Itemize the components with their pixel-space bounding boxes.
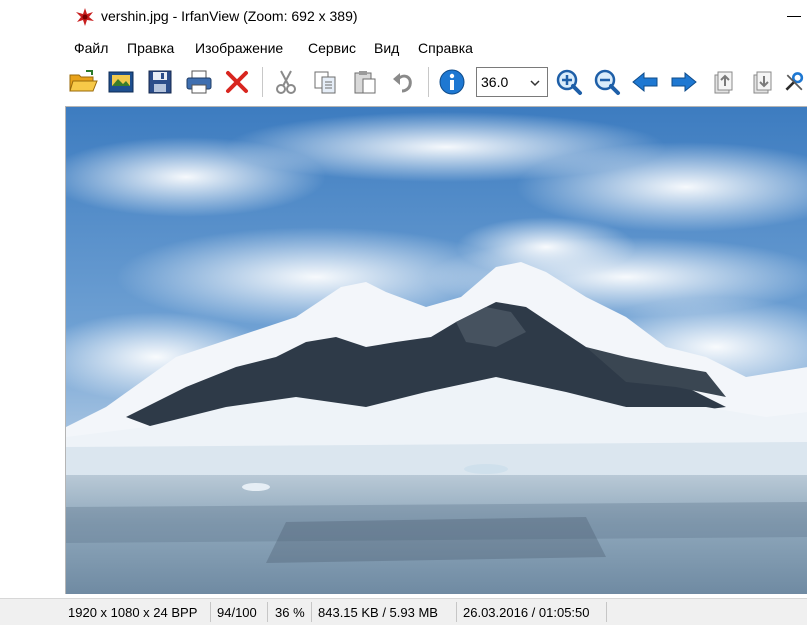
print-icon xyxy=(186,70,212,94)
menu-help[interactable]: Справка xyxy=(418,40,473,56)
last-page-button[interactable] xyxy=(745,65,779,99)
previous-button[interactable] xyxy=(628,65,662,99)
zoom-in-icon xyxy=(556,69,582,95)
irfanview-app-icon[interactable] xyxy=(75,7,95,27)
status-file-index: 94/100 xyxy=(217,605,257,620)
zoom-in-button[interactable] xyxy=(552,65,586,99)
open-button[interactable] xyxy=(66,65,100,99)
undo-button[interactable] xyxy=(386,65,420,99)
print-button[interactable] xyxy=(182,65,216,99)
menu-edit[interactable]: Правка xyxy=(127,40,174,56)
menu-view[interactable]: Вид xyxy=(374,40,399,56)
window-title: vershin.jpg - IrfanView (Zoom: 692 x 389… xyxy=(101,8,358,24)
info-button[interactable] xyxy=(435,65,469,99)
toolbar: 36.0 xyxy=(0,62,807,104)
status-zoom: 36 % xyxy=(275,605,305,620)
status-separator xyxy=(267,602,268,622)
chevron-down-icon xyxy=(529,76,541,94)
toolbar-separator xyxy=(262,67,263,97)
zoom-out-button[interactable] xyxy=(590,65,624,99)
menu-file[interactable]: Файл xyxy=(74,40,108,56)
undo-icon xyxy=(393,73,412,93)
menu-image[interactable]: Изображение xyxy=(195,40,283,56)
save-button[interactable] xyxy=(143,65,177,99)
paste-icon xyxy=(354,71,376,94)
next-button[interactable] xyxy=(667,65,701,99)
tools-icon xyxy=(785,72,804,91)
mountain-landscape-image xyxy=(66,107,807,594)
status-file-size: 843.15 KB / 5.93 MB xyxy=(318,605,438,620)
status-separator xyxy=(311,602,312,622)
status-bar: 1920 x 1080 x 24 BPP 94/100 36 % 843.15 … xyxy=(0,598,807,625)
status-separator xyxy=(456,602,457,622)
delete-icon xyxy=(226,71,248,93)
first-page-button[interactable] xyxy=(706,65,740,99)
previous-arrow-icon xyxy=(632,71,658,93)
slideshow-button[interactable] xyxy=(104,65,138,99)
info-icon xyxy=(439,69,465,95)
cut-button[interactable] xyxy=(269,65,303,99)
status-image-dimensions: 1920 x 1080 x 24 BPP xyxy=(68,605,198,620)
slideshow-icon xyxy=(108,71,134,93)
toolbar-separator xyxy=(428,67,429,97)
title-bar: vershin.jpg - IrfanView (Zoom: 692 x 389… xyxy=(0,0,807,36)
open-folder-icon xyxy=(69,70,98,92)
image-viewport[interactable] xyxy=(65,106,807,594)
status-date-time: 26.03.2016 / 01:05:50 xyxy=(463,605,590,620)
cut-icon xyxy=(276,70,296,94)
tools-button[interactable] xyxy=(783,65,807,99)
last-page-icon xyxy=(753,71,772,94)
menu-options[interactable]: Сервис xyxy=(308,40,356,56)
copy-button[interactable] xyxy=(308,65,342,99)
zoom-value: 36.0 xyxy=(481,74,509,90)
next-arrow-icon xyxy=(671,71,697,93)
menu-bar: Файл Правка Изображение Сервис Вид Справ… xyxy=(0,37,807,59)
status-separator xyxy=(210,602,211,622)
first-page-icon xyxy=(714,71,733,94)
zoom-combobox[interactable]: 36.0 xyxy=(476,67,548,97)
delete-button[interactable] xyxy=(220,65,254,99)
minimize-button[interactable] xyxy=(777,0,807,30)
paste-button[interactable] xyxy=(348,65,382,99)
status-separator xyxy=(606,602,607,622)
copy-icon xyxy=(314,71,336,94)
zoom-out-icon xyxy=(594,69,620,95)
save-icon xyxy=(148,70,172,94)
